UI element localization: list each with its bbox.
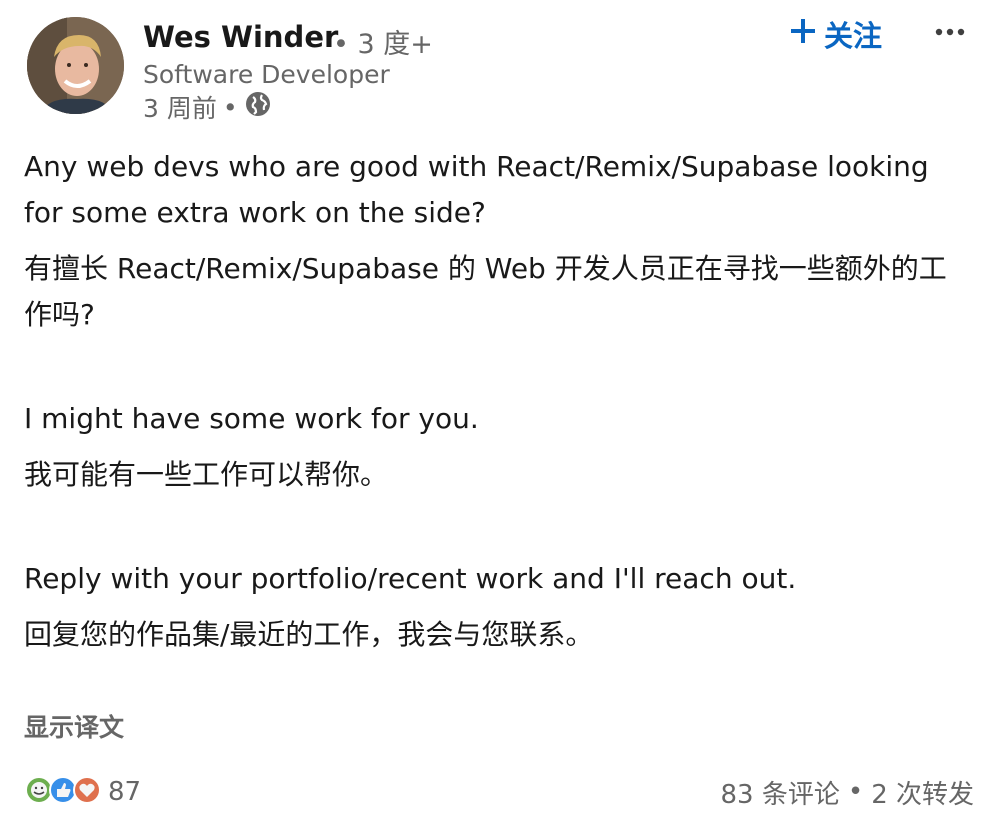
post-paragraph-en-1: Any web devs who are good with React/Rem… <box>24 150 929 229</box>
post-paragraph-zh-2: 我可能有一些工作可以帮你。 <box>24 458 389 491</box>
post-meta: 3 周前 • <box>143 90 272 124</box>
plus-icon <box>790 17 816 51</box>
meta-separator: • <box>222 92 238 122</box>
more-options-button[interactable] <box>928 10 972 50</box>
reaction-count: 87 <box>108 777 142 807</box>
counts-separator: • <box>847 777 864 807</box>
post-paragraph-zh-1: 有擅长 React/Remix/Supabase 的 Web 开发人员正在寻找一… <box>24 252 947 331</box>
post-timestamp: 3 周前 <box>143 94 217 123</box>
more-horizontal-icon <box>935 21 965 40</box>
show-translation-button[interactable]: 显示译文 <box>24 708 124 744</box>
author-headline: Software Developer <box>143 60 390 89</box>
post-body: Any web devs who are good with React/Rem… <box>24 144 974 668</box>
follow-button[interactable]: 关注 <box>790 14 882 54</box>
love-icon <box>72 775 101 809</box>
author-name[interactable]: Wes Winder <box>143 20 338 54</box>
celebrate-icon <box>24 775 53 809</box>
post-paragraph-en-2: I might have some work for you. <box>24 402 479 435</box>
post-header: Wes Winder • 3 度+ Software Developer 3 周… <box>0 0 995 130</box>
avatar[interactable] <box>27 17 124 114</box>
engagement-counts: 83 条评论 • 2 次转发 <box>720 772 974 812</box>
social-counts-bar: 87 83 条评论 • 2 次转发 <box>24 772 974 812</box>
reaction-icons <box>24 775 101 809</box>
like-icon <box>48 775 77 809</box>
post-paragraph-en-3: Reply with your portfolio/recent work an… <box>24 562 797 595</box>
connection-degree: • 3 度+ <box>333 29 433 60</box>
globe-icon <box>244 90 272 124</box>
follow-label: 关注 <box>824 19 883 53</box>
comments-count-link[interactable]: 83 条评论 <box>720 774 839 811</box>
reposts-count-link[interactable]: 2 次转发 <box>871 774 974 811</box>
post-paragraph-zh-3: 回复您的作品集/最近的工作，我会与您联系。 <box>24 618 594 651</box>
reactions-summary[interactable]: 87 <box>24 772 141 812</box>
